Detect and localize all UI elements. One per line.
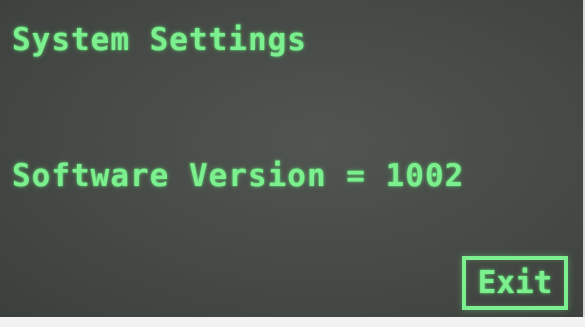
software-version-value: 1002	[385, 158, 465, 194]
page-title: System Settings	[12, 22, 307, 58]
exit-button[interactable]: Exit	[462, 256, 568, 310]
software-version-separator: =	[346, 158, 366, 194]
software-version-row: Software Version = 1002	[12, 158, 464, 194]
software-version-label: Software Version	[12, 158, 327, 194]
bezel-edge	[0, 317, 585, 327]
lcd-screen: System Settings Software Version = 1002 …	[0, 0, 585, 317]
exit-button-label: Exit	[477, 265, 553, 301]
